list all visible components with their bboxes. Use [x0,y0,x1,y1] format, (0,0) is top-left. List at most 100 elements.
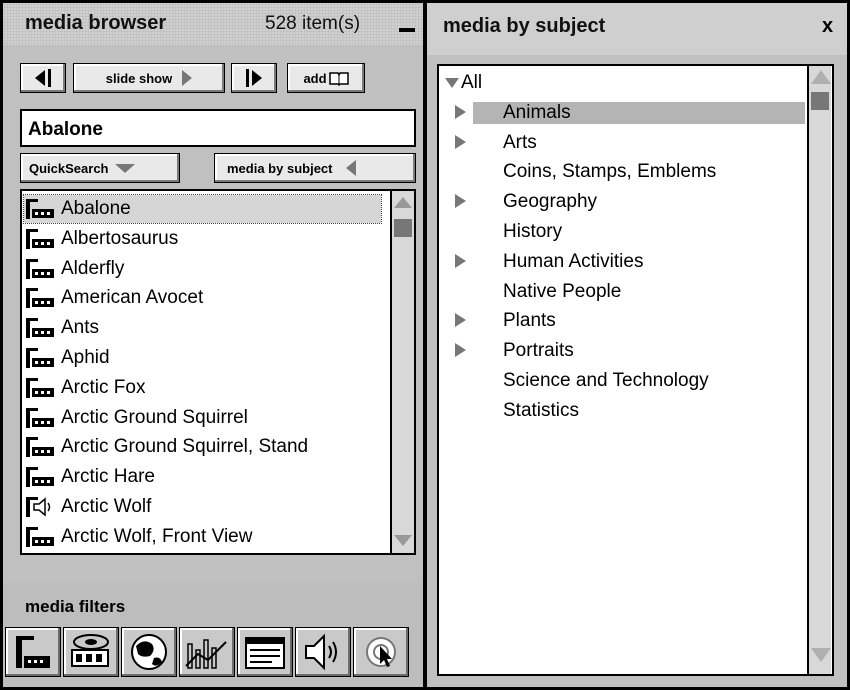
list-item-label: Arctic Wolf, Front View [61,525,253,547]
image-icon [24,258,58,280]
sound-filter-button[interactable] [295,627,351,677]
tree-node[interactable]: Human Activities [503,251,643,273]
quicksearch-dropdown[interactable]: QuickSearch [20,153,180,183]
previous-button[interactable] [20,63,66,93]
tree-node[interactable]: Coins, Stamps, Emblems [503,161,716,183]
add-button[interactable]: add [287,63,365,93]
tree-node[interactable]: Statistics [503,400,579,422]
tree-node[interactable]: History [503,221,562,243]
scroll-down-arrow[interactable] [394,535,412,546]
list-item[interactable]: Ants [24,314,381,342]
chevron-left-icon [346,160,357,176]
item-count: 528 item(s) [265,13,361,34]
add-label: add [303,70,327,86]
all-media-filter-icon [366,637,396,667]
list-item-label: American Avocet [61,287,204,309]
list-scrollbar[interactable] [390,191,414,553]
book-icon [328,72,349,86]
image-icon [24,317,58,339]
collapsed-triangle-icon[interactable] [455,134,466,149]
media-browser-panel: media browser 528 item(s) slide show add… [3,3,423,687]
collapsed-triangle-icon[interactable] [455,343,466,358]
charts-filter-button[interactable] [179,627,235,677]
list-item-label: Arctic Fox [61,376,146,398]
maps-filter-button[interactable] [121,627,177,677]
image-icon [24,377,58,399]
video-filter-icon [71,634,109,667]
list-item[interactable]: Albertosaurus [24,225,381,253]
all-media-filter-button[interactable] [353,627,409,677]
app-frame: media browser 528 item(s) slide show add… [0,0,850,690]
scroll-thumb[interactable] [394,219,412,237]
image-icon [24,287,58,309]
media-by-subject-label: media by subject [227,160,333,176]
chevron-down-icon [114,163,135,173]
previous-icon [35,70,45,86]
list-item-label: Abalone [61,198,131,219]
text-filter-button[interactable] [237,627,293,677]
list-item[interactable]: Aphid [24,344,381,372]
tree-scroll-thumb[interactable] [811,92,829,110]
text-filter-icon [245,637,285,669]
subject-tree[interactable]: All Animals Arts Coins, Stamps, Emblems Geog… [437,64,834,676]
media-by-subject-button[interactable]: media by subject [214,153,416,183]
list-item[interactable]: Arctic Wolf [24,493,381,521]
list-item[interactable]: Arctic Ground Squirrel, Stand [24,433,381,461]
list-item[interactable]: American Avocet [24,284,381,312]
collapsed-triangle-icon[interactable] [455,104,466,119]
maps-filter-icon [131,634,167,670]
list-item-label: Arctic Ground Squirrel, Stand [61,436,309,458]
tree-node[interactable]: Animals [473,101,805,124]
tree-node[interactable]: Plants [503,310,556,332]
next-icon [252,70,262,86]
collapsed-triangle-icon[interactable] [455,253,466,268]
image-icon [24,436,58,458]
list-item-label: Arctic Ground Squirrel [61,406,248,428]
list-item[interactable]: Alderfly [24,255,381,283]
tree-node[interactable]: Native People [503,281,621,303]
charts-filter-icon [185,639,227,669]
image-icon [24,407,58,429]
expanded-triangle-icon[interactable] [445,78,459,88]
next-button[interactable] [231,63,277,93]
image-icon [24,347,58,369]
search-input[interactable]: Abalone [20,109,416,147]
close-button[interactable]: x [822,15,833,38]
collapsed-triangle-icon[interactable] [455,194,466,209]
scroll-up-arrow[interactable] [394,197,412,208]
media-filters-bar: media filters [3,583,423,687]
images-filter-button[interactable] [5,627,61,677]
list-item-label: Aphid [61,347,110,368]
sound-icon [24,496,58,518]
tree-scroll-down-arrow[interactable] [811,648,831,662]
image-icon [24,466,58,488]
slideshow-button[interactable]: slide show [73,63,225,93]
images-filter-icon [16,636,50,668]
media-browser-title: media browser [25,12,167,34]
list-item[interactable]: Arctic Hare [24,463,381,491]
list-item[interactable]: Arctic Wolf, Front View [24,523,381,551]
media-list[interactable]: Abalone Albertosaurus Alderfly American Avo… [20,189,416,555]
tree-node[interactable]: All [461,72,482,94]
tree-node[interactable]: Arts [503,132,537,154]
collapsed-triangle-icon[interactable] [455,313,466,328]
tree-scrollbar[interactable] [807,66,831,674]
tree-node[interactable]: Geography [503,191,597,213]
list-item[interactable]: Arctic Ground Squirrel [24,404,381,432]
tree-scroll-up-arrow[interactable] [811,70,831,84]
sound-filter-icon [305,633,337,671]
list-item-label: Alderfly [61,257,125,279]
tree-node[interactable]: Science and Technology [503,370,709,392]
play-icon [182,70,193,86]
media-by-subject-panel: media by subject x All Animals Arts Coins, … [427,3,847,687]
subject-panel-title: media by subject [443,15,606,37]
image-icon [24,526,58,548]
slideshow-label: slide show [105,70,173,86]
subject-header: media by subject x [427,3,847,55]
list-item[interactable]: Abalone [23,194,382,224]
image-icon [24,198,58,220]
minimize-button[interactable] [398,15,416,33]
tree-node[interactable]: Portraits [503,340,574,362]
video-filter-button[interactable] [63,627,119,677]
list-item[interactable]: Arctic Fox [24,374,381,402]
